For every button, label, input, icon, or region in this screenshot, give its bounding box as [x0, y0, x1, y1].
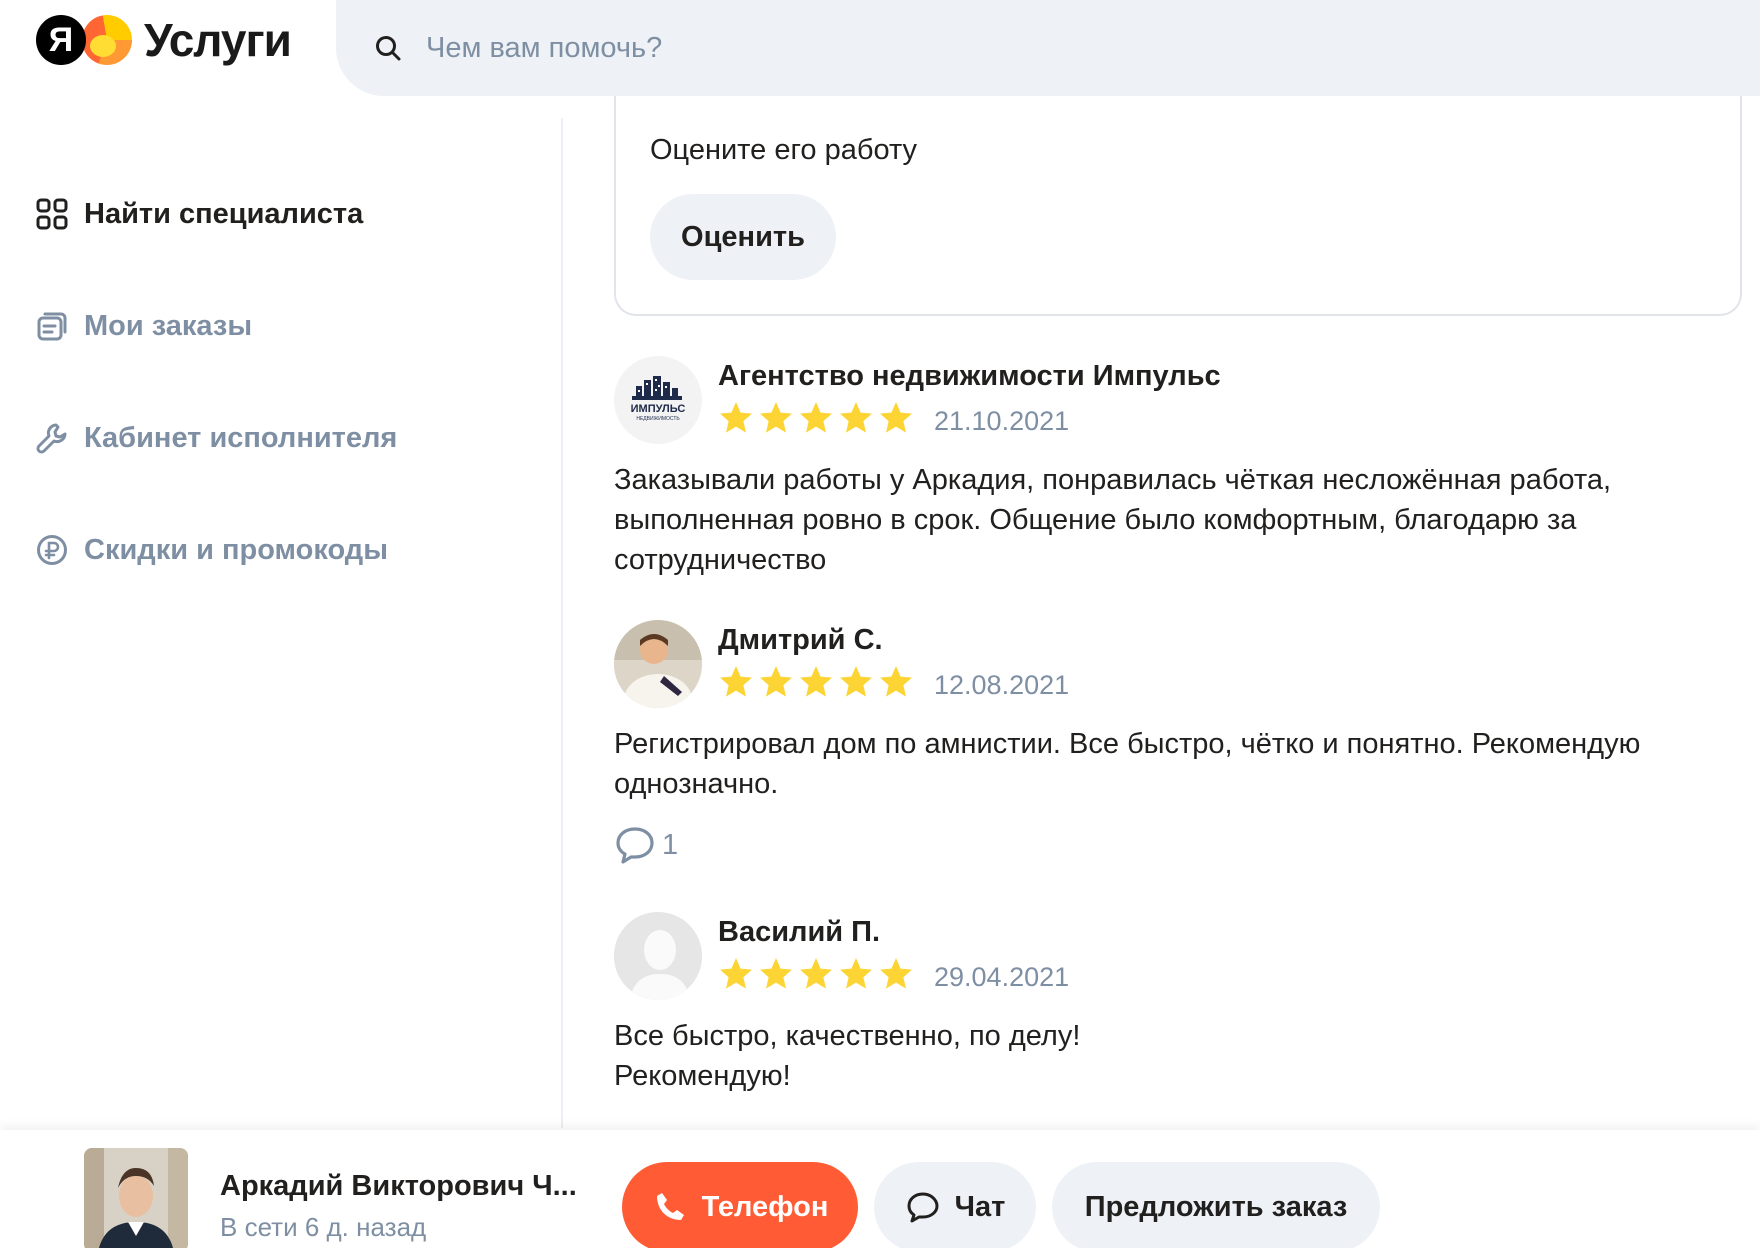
rate-prompt: Оцените его работу	[650, 134, 918, 166]
star-icon	[840, 958, 872, 989]
star-icon	[760, 958, 792, 989]
review-author[interactable]: Василий П.	[718, 916, 880, 949]
star-icon	[760, 402, 792, 433]
sidebar-item-executor-cabinet[interactable]: Кабинет исполнителя	[34, 416, 397, 460]
review-text: Заказывали работы у Аркадия, понравилась…	[614, 464, 1612, 576]
review-date: 29.04.2021	[934, 962, 1070, 992]
star-icon	[840, 666, 872, 697]
phone-button[interactable]: Телефон	[622, 1162, 858, 1248]
wrench-icon	[34, 420, 70, 456]
avatar-logo-subtext: НЕДВИЖИМОСТЬ	[636, 416, 680, 422]
orders-icon	[34, 308, 70, 344]
star-icon	[760, 666, 792, 697]
search-icon	[376, 36, 401, 61]
avatar[interactable]	[614, 912, 702, 1000]
review-date: 12.08.2021	[934, 670, 1070, 700]
sidebar-item-my-orders[interactable]: Мои заказы	[34, 304, 252, 348]
sidebar-divider	[561, 118, 563, 1128]
star-icon	[720, 958, 752, 989]
sidebar-item-find-specialist[interactable]: Найти специалиста	[34, 192, 363, 236]
sidebar-item-label: Мои заказы	[84, 309, 253, 342]
ruble-icon	[34, 532, 70, 568]
phone-button-label: Телефон	[701, 1190, 829, 1223]
offer-order-button-label: Предложить заказ	[1084, 1190, 1348, 1223]
specialist-name[interactable]: Аркадий Викторович Ч...	[220, 1170, 577, 1203]
star-icon	[720, 666, 752, 697]
yandex-services-logo[interactable]: Я Услуги	[36, 12, 292, 68]
sidebar-item-label: Кабинет исполнителя	[84, 421, 398, 454]
review-text: Все быстро, качественно, по делу! Рекоме…	[614, 1020, 1081, 1092]
review-author[interactable]: Агентство недвижимости Импульс	[718, 360, 1221, 393]
comments-count: 1	[662, 828, 679, 861]
online-status: В сети 6 д. назад	[220, 1212, 427, 1242]
star-icon	[720, 402, 752, 433]
avatar[interactable]	[614, 620, 702, 708]
specialist-photo[interactable]	[84, 1148, 188, 1248]
rating-stars	[718, 664, 918, 700]
chat-button[interactable]: Чат	[874, 1162, 1036, 1248]
star-icon	[880, 666, 912, 697]
rating-stars	[718, 956, 918, 992]
grid-icon	[34, 196, 70, 232]
sidebar-item-label: Скидки и промокоды	[84, 533, 388, 566]
logo-circle-icon	[82, 15, 132, 65]
star-icon	[880, 958, 912, 989]
review-date: 21.10.2021	[934, 406, 1070, 436]
avatar-logo-text: ИМПУЛЬС	[631, 403, 686, 415]
chat-button-label: Чат	[954, 1190, 1006, 1223]
review-text: Регистрировал дом по амнистии. Все быстр…	[614, 728, 1641, 800]
chat-icon	[905, 1189, 941, 1225]
star-icon	[880, 402, 912, 433]
offer-order-button[interactable]: Предложить заказ	[1052, 1162, 1380, 1248]
sidebar-item-discounts[interactable]: Скидки и промокоды	[34, 528, 388, 572]
star-icon	[800, 666, 832, 697]
review-author[interactable]: Дмитрий С.	[718, 624, 883, 657]
rating-stars	[718, 400, 918, 436]
search-input[interactable]	[426, 31, 1226, 65]
comments-button[interactable]: 1	[614, 824, 678, 866]
rate-button[interactable]: Оценить	[650, 194, 836, 280]
search-bar[interactable]	[336, 0, 1760, 96]
star-icon	[840, 402, 872, 433]
star-icon	[800, 958, 832, 989]
avatar[interactable]: ИМПУЛЬС НЕДВИЖИМОСТЬ	[614, 356, 702, 444]
sidebar-item-label: Найти специалиста	[84, 197, 364, 230]
rate-work-card: Оцените его работу Оценить	[614, 96, 1742, 316]
logo-text: Услуги	[144, 14, 292, 66]
specialist-bottom-bar: Аркадий Викторович Ч... В сети 6 д. наза…	[0, 1130, 1760, 1248]
phone-icon	[652, 1189, 688, 1225]
comment-icon	[616, 827, 654, 864]
logo-ya-mark: Я	[36, 15, 86, 65]
star-icon	[800, 402, 832, 433]
